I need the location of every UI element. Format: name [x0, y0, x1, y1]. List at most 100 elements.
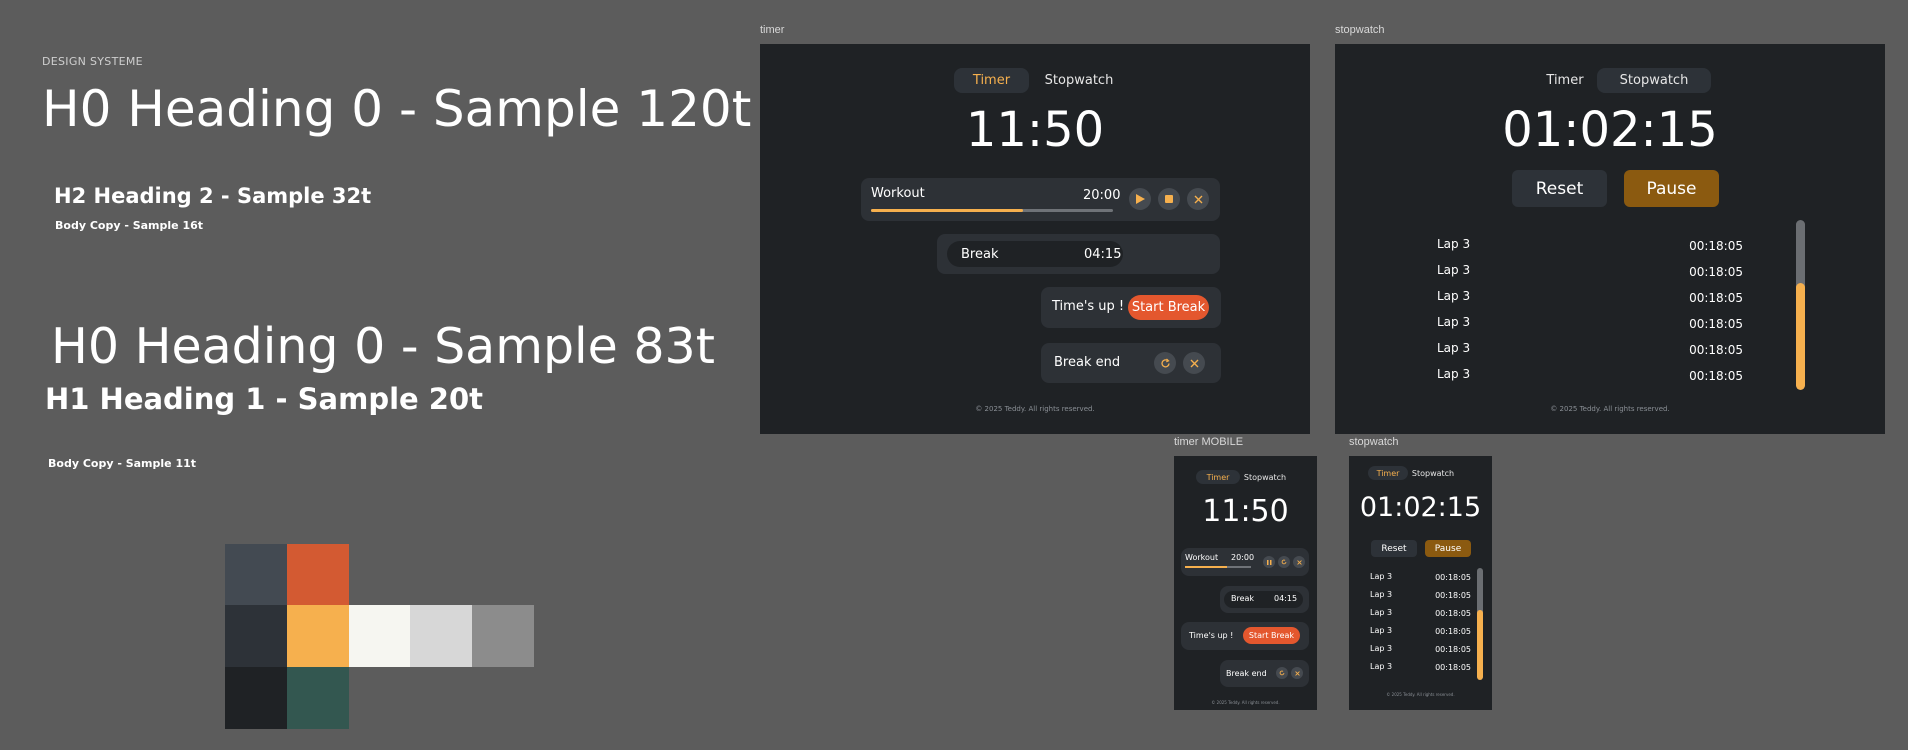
workout-card: Workout 20:00 — [861, 178, 1220, 221]
lap-name: Lap 3 — [1370, 590, 1393, 599]
timer-frame: Timer Stopwatch 11:50 Workout 20:00 Brea… — [760, 44, 1310, 434]
tab-timer[interactable]: Timer — [954, 68, 1029, 93]
restart-icon — [1281, 559, 1287, 565]
stop-button[interactable] — [1158, 188, 1180, 210]
timer-footer: © 2025 Teddy. All rights reserved. — [975, 405, 1095, 413]
timer-display: 11:50 — [1202, 494, 1289, 529]
play-icon — [1135, 194, 1145, 204]
tab-timer-label: Timer — [972, 73, 1011, 88]
stop-icon — [1165, 195, 1173, 203]
lap-name: Lap 3 — [1437, 315, 1471, 329]
play-button[interactable] — [1129, 188, 1151, 210]
lap-name: Lap 3 — [1437, 289, 1471, 303]
workout-progress-fill — [871, 209, 1024, 212]
swatch-orange-red — [287, 544, 349, 606]
lap-time: 00:18:05 — [1689, 343, 1743, 357]
lap-name: Lap 3 — [1437, 237, 1471, 251]
break-card: Break 04:15 — [1220, 586, 1309, 613]
swatch-off-white — [349, 605, 411, 667]
restart-button[interactable] — [1276, 667, 1288, 679]
start-break-button[interactable]: Start Break — [1243, 627, 1300, 644]
start-break-button[interactable]: Start Break — [1128, 295, 1209, 320]
dismiss-button[interactable] — [1291, 667, 1303, 679]
heading-2-sample: H2 Heading 2 - Sample 32t — [54, 184, 372, 208]
frame-label-timer-mobile: timer MOBILE — [1174, 436, 1244, 448]
start-break-label: Start Break — [1131, 300, 1206, 315]
timer-display: 11:50 — [965, 102, 1105, 158]
design-system-title: DESIGN SYSTEME — [42, 55, 143, 68]
tab-stopwatch[interactable]: Stopwatch — [1029, 68, 1129, 93]
tab-timer-label: Timer — [1206, 472, 1230, 482]
break-end-card: Break end — [1220, 660, 1309, 687]
lap-time: 00:18:05 — [1689, 317, 1743, 331]
swatch-amber — [287, 605, 349, 667]
close-icon — [1296, 559, 1302, 565]
break-card: Break 04:15 — [937, 234, 1220, 274]
workout-label: Workout — [871, 186, 925, 201]
break-end-label: Break end — [1226, 669, 1267, 678]
close-icon — [1294, 670, 1300, 676]
lap-name: Lap 3 — [1437, 367, 1471, 381]
tab-stopwatch-label: Stopwatch — [1044, 73, 1114, 88]
body-copy-11: Body Copy - Sample 11t — [48, 457, 197, 470]
start-break-label: Start Break — [1248, 631, 1295, 640]
times-up-card: Time's up ! Start Break — [1041, 287, 1221, 328]
lap-scrollbar[interactable] — [1796, 220, 1805, 390]
frame-label-stopwatch: stopwatch — [1335, 24, 1385, 36]
lap-time: 00:18:05 — [1435, 591, 1471, 600]
stopwatch-footer: © 2025 Teddy. All rights reserved. — [1550, 405, 1670, 413]
stopwatch-footer: © 2025 Teddy. All rights reserved. — [1386, 692, 1455, 697]
lap-time: 00:18:05 — [1435, 645, 1471, 654]
lap-time: 00:18:05 — [1435, 627, 1471, 636]
close-icon — [1190, 359, 1198, 367]
break-end-label: Break end — [1054, 355, 1121, 370]
break-label: Break — [961, 247, 999, 262]
stopwatch-mobile-frame: Timer Stopwatch 01:02:15 Reset Pause Lap… — [1349, 456, 1492, 710]
restart-icon — [1279, 670, 1285, 676]
workout-time: 20:00 — [1231, 553, 1255, 562]
restart-button[interactable] — [1154, 352, 1176, 374]
break-pill: Break 04:15 — [947, 241, 1123, 267]
swatch-gray — [472, 605, 534, 667]
swatch-deep-green — [287, 667, 349, 729]
frame-label-stopwatch-mobile: stopwatch — [1349, 436, 1399, 448]
workout-label: Workout — [1185, 553, 1219, 562]
restart-button[interactable] — [1278, 556, 1290, 568]
heading-0-sample-83: H0 Heading 0 - Sample 83t — [51, 318, 715, 375]
heading-1-sample: H1 Heading 1 - Sample 20t — [45, 382, 484, 416]
timer-footer: © 2025 Teddy. All rights reserved. — [1211, 700, 1280, 705]
lap-list: Lap 3 00:18:05 Lap 3 00:18:05 Lap 3 00:1… — [1349, 456, 1492, 710]
close-button[interactable] — [1293, 556, 1305, 568]
pause-icon — [1266, 559, 1271, 565]
swatch-slate — [225, 544, 287, 606]
lap-name: Lap 3 — [1437, 263, 1471, 277]
lap-time: 00:18:05 — [1435, 609, 1471, 618]
break-time: 04:15 — [1084, 247, 1122, 262]
lap-name: Lap 3 — [1370, 572, 1393, 581]
times-up-label: Time's up ! — [1189, 631, 1234, 640]
workout-progress-track — [1185, 566, 1251, 568]
lap-scrollbar[interactable] — [1477, 568, 1483, 680]
timer-mobile-tabbar: Timer Stopwatch — [1196, 470, 1290, 484]
times-up-label: Time's up ! — [1052, 299, 1125, 314]
tab-stopwatch-label: Stopwatch — [1243, 472, 1287, 482]
lap-name: Lap 3 — [1370, 626, 1393, 635]
lap-time: 00:18:05 — [1689, 369, 1743, 383]
lap-name: Lap 3 — [1437, 341, 1471, 355]
workout-progress-track — [871, 209, 1113, 212]
tab-timer[interactable]: Timer — [1196, 470, 1240, 484]
close-button[interactable] — [1187, 188, 1209, 210]
dismiss-button[interactable] — [1183, 352, 1205, 374]
close-icon — [1194, 195, 1202, 203]
lap-scrollbar-thumb[interactable] — [1477, 610, 1483, 680]
lap-time: 00:18:05 — [1435, 573, 1471, 582]
lap-name: Lap 3 — [1370, 608, 1393, 617]
frame-label-timer: timer — [760, 24, 785, 36]
restart-icon — [1160, 358, 1170, 367]
lap-scrollbar-thumb[interactable] — [1796, 283, 1805, 390]
pause-button[interactable] — [1263, 556, 1275, 568]
timer-mobile-frame: Timer Stopwatch 11:50 Workout 20:00 Brea… — [1174, 456, 1317, 710]
lap-time: 00:18:05 — [1435, 663, 1471, 672]
tab-stopwatch[interactable]: Stopwatch — [1240, 470, 1290, 484]
break-end-card: Break end — [1041, 343, 1221, 383]
